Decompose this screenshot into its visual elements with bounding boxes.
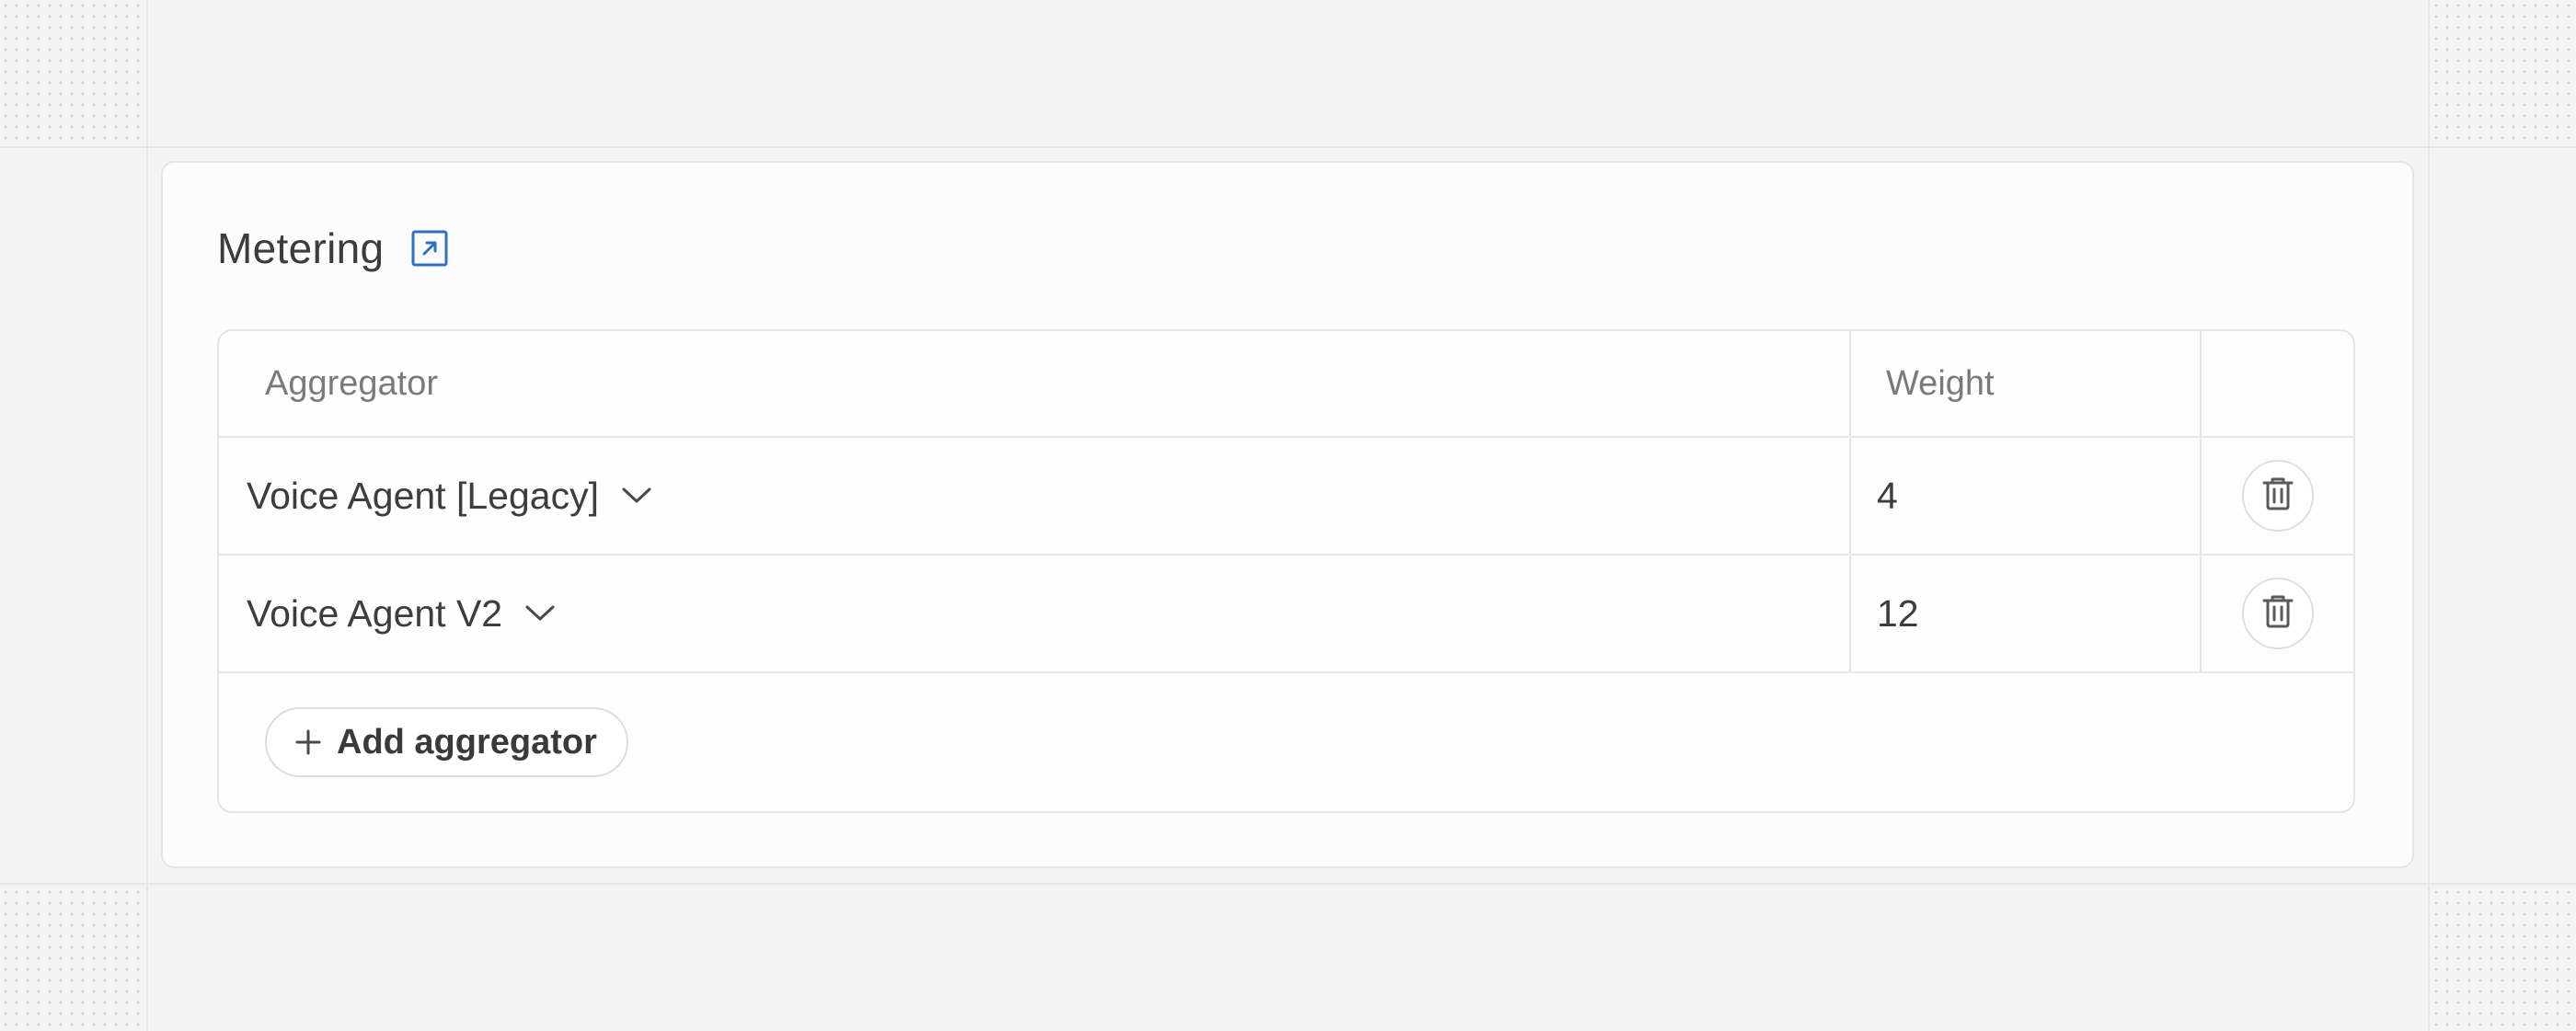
actions-cell xyxy=(2202,556,2353,671)
table-row: Voice Agent [Legacy] xyxy=(219,438,2353,556)
delete-row-button[interactable] xyxy=(2241,460,2314,532)
actions-cell xyxy=(2202,438,2353,554)
decorative-dot-grid xyxy=(2431,887,2576,1031)
weight-input[interactable] xyxy=(1877,591,2153,636)
section-header: Metering xyxy=(217,223,448,273)
trash-icon xyxy=(2261,593,2294,635)
header-weight: Weight xyxy=(1886,363,1995,403)
metering-card: Metering Aggregator Weight Voice Agent [… xyxy=(161,161,2414,868)
decorative-dot-grid xyxy=(2431,0,2576,144)
guide-line xyxy=(0,883,2576,885)
external-link-icon[interactable] xyxy=(411,230,448,267)
trash-icon xyxy=(2261,475,2294,517)
weight-input[interactable] xyxy=(1877,474,2153,518)
section-title: Metering xyxy=(217,224,385,272)
weight-cell xyxy=(1851,556,2202,671)
chevron-down-icon xyxy=(621,487,652,505)
chevron-down-icon xyxy=(524,604,556,623)
add-aggregator-button[interactable]: Add aggregator xyxy=(265,707,628,777)
plus-icon xyxy=(294,728,322,756)
decorative-dot-grid xyxy=(0,887,145,1031)
aggregator-cell: Voice Agent [Legacy] xyxy=(219,438,1851,554)
aggregator-table: Aggregator Weight Voice Agent [Legacy] 4… xyxy=(217,329,2355,813)
page: Metering Aggregator Weight Voice Agent [… xyxy=(0,0,2576,1031)
header-aggregator: Aggregator xyxy=(265,363,439,403)
aggregator-select-value: Voice Agent [Legacy] xyxy=(247,474,599,517)
header-cell-aggregator: Aggregator xyxy=(219,331,1851,436)
delete-row-button[interactable] xyxy=(2241,578,2314,649)
aggregator-select[interactable]: Voice Agent [Legacy] xyxy=(219,475,652,518)
aggregator-cell: Voice Agent V2 xyxy=(219,556,1851,671)
decorative-dot-grid xyxy=(0,0,145,144)
add-aggregator-label: Add aggregator xyxy=(337,722,597,762)
aggregator-select[interactable]: Voice Agent V2 xyxy=(219,592,556,636)
header-cell-actions xyxy=(2202,331,2353,436)
header-cell-weight: Weight xyxy=(1851,331,2202,436)
table-row: Voice Agent V2 xyxy=(219,556,2353,673)
weight-cell xyxy=(1851,438,2202,554)
guide-line xyxy=(2428,0,2430,1031)
guide-line xyxy=(146,0,148,1031)
aggregator-select-value: Voice Agent V2 xyxy=(247,591,503,635)
table-header-row: Aggregator Weight xyxy=(219,331,2353,438)
guide-line xyxy=(0,146,2576,148)
